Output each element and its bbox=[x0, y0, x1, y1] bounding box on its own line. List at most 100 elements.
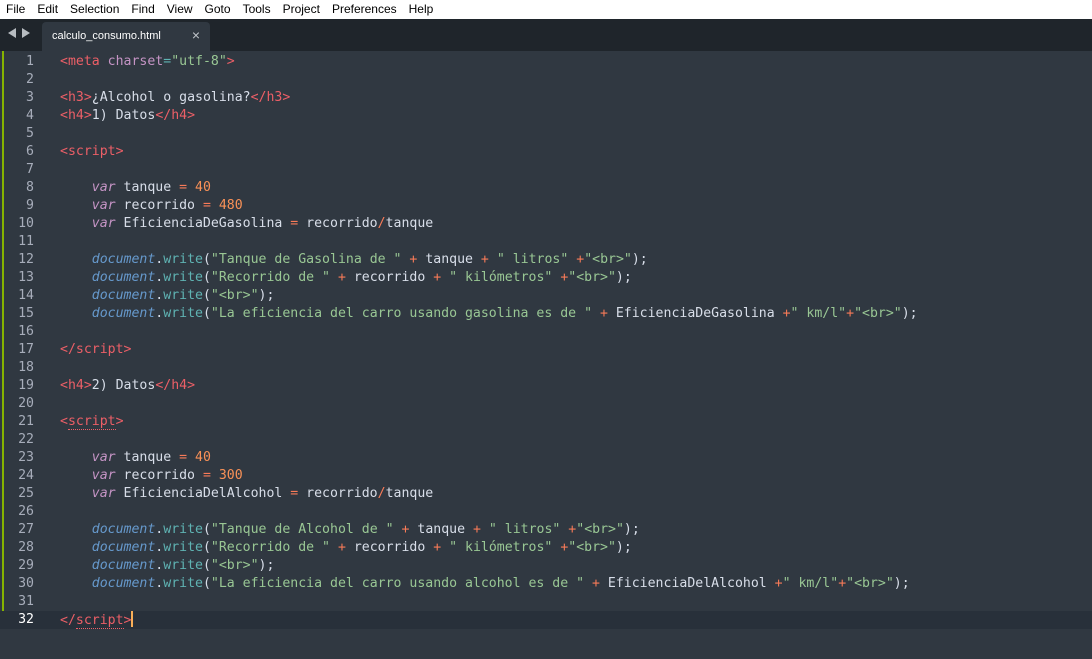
code-line[interactable]: 7 bbox=[0, 161, 1092, 179]
code-token: 2) Datos bbox=[91, 378, 156, 393]
line-number: 11 bbox=[18, 234, 34, 249]
menu-preferences[interactable]: Preferences bbox=[326, 0, 403, 19]
code-line[interactable]: 20 bbox=[0, 395, 1092, 413]
menu-edit[interactable]: Edit bbox=[31, 0, 64, 19]
code-line[interactable]: 15 document.write("La eficiencia del car… bbox=[0, 305, 1092, 323]
code-line[interactable]: 24 var recorrido = 300 bbox=[0, 467, 1092, 485]
code-text: document.write("Tanque de Alcohol de " +… bbox=[60, 521, 640, 539]
menu-selection[interactable]: Selection bbox=[64, 0, 125, 19]
code-token: tanque bbox=[385, 486, 434, 501]
code-token: </ bbox=[155, 378, 172, 393]
arrow-right-icon[interactable] bbox=[22, 28, 30, 38]
code-token: document bbox=[91, 288, 156, 303]
code-line[interactable]: 13 document.write("Recorrido de " + reco… bbox=[0, 269, 1092, 287]
arrow-left-icon[interactable] bbox=[8, 28, 16, 38]
code-line[interactable]: 11 bbox=[0, 233, 1092, 251]
code-token: > bbox=[83, 108, 92, 123]
code-line[interactable]: 3 <h3>¿Alcohol o gasolina?</h3> bbox=[0, 89, 1092, 107]
code-line[interactable]: 10 var EficienciaDeGasolina = recorrido/… bbox=[0, 215, 1092, 233]
code-line[interactable]: 16 bbox=[0, 323, 1092, 341]
code-token: "<br>" bbox=[584, 252, 632, 267]
code-line[interactable]: 29 document.write("<br>"); bbox=[0, 557, 1092, 575]
code-token: "<br>" bbox=[576, 522, 624, 537]
code-line[interactable]: 27 document.write("Tanque de Alcohol de … bbox=[0, 521, 1092, 539]
code-token: var bbox=[91, 216, 116, 231]
tab-calculo-consumo[interactable]: calculo_consumo.html × bbox=[42, 22, 210, 51]
code-token: = bbox=[202, 198, 211, 213]
code-token: 300 bbox=[218, 468, 243, 483]
line-number: 27 bbox=[18, 522, 34, 537]
code-line[interactable]: 28 document.write("Recorrido de " + reco… bbox=[0, 539, 1092, 557]
close-icon[interactable]: × bbox=[192, 27, 200, 43]
code-line[interactable]: 31 bbox=[0, 593, 1092, 611]
menu-find[interactable]: Find bbox=[125, 0, 160, 19]
code-token: meta bbox=[67, 54, 100, 69]
code-line[interactable]: 12 document.write("Tanque de Gasolina de… bbox=[0, 251, 1092, 269]
code-line[interactable]: 23 var tanque = 40 bbox=[0, 449, 1092, 467]
menu-file[interactable]: File bbox=[0, 0, 31, 19]
menu-project[interactable]: Project bbox=[277, 0, 326, 19]
code-text: document.write("Tanque de Gasolina de " … bbox=[60, 251, 648, 269]
code-token: " litros" bbox=[488, 522, 561, 537]
code-editor[interactable]: 1 <meta charset="utf-8"> 2 3 <h3>¿Alcohol o … bbox=[0, 51, 1092, 659]
code-line[interactable]: 5 bbox=[0, 125, 1092, 143]
code-token: charset bbox=[107, 54, 164, 69]
code-token: " km/l" bbox=[782, 576, 839, 591]
code-token: + bbox=[592, 576, 600, 591]
code-line[interactable]: 2 bbox=[0, 71, 1092, 89]
code-token: EficienciaDeGasolina bbox=[607, 306, 783, 321]
code-token: + bbox=[433, 270, 442, 285]
code-token: h4 bbox=[171, 108, 188, 123]
code-line[interactable]: 18 bbox=[0, 359, 1092, 377]
code-line[interactable]: 9 var recorrido = 480 bbox=[0, 197, 1092, 215]
code-token: write bbox=[163, 252, 203, 267]
code-text: </script> bbox=[60, 611, 134, 630]
code-token: + bbox=[774, 576, 783, 591]
code-text: document.write("<br>"); bbox=[60, 287, 275, 305]
code-line[interactable]: 19 <h4>2) Datos</h4> bbox=[0, 377, 1092, 395]
code-token: </ bbox=[155, 108, 172, 123]
menu-view[interactable]: View bbox=[161, 0, 199, 19]
code-token: tanque bbox=[115, 450, 180, 465]
code-line[interactable]: 8 var tanque = 40 bbox=[0, 179, 1092, 197]
menu-tools[interactable]: Tools bbox=[237, 0, 277, 19]
code-token: ¿Alcohol o gasolina? bbox=[91, 90, 251, 105]
code-text: var EficienciaDeGasolina = recorrido/tan… bbox=[60, 215, 433, 233]
code-line[interactable]: 21 <script> bbox=[0, 413, 1092, 431]
code-line[interactable]: 25 var EficienciaDelAlcohol = recorrido/… bbox=[0, 485, 1092, 503]
code-token: ); bbox=[258, 558, 275, 573]
code-token: document bbox=[91, 252, 156, 267]
code-token: recorrido bbox=[298, 486, 378, 501]
code-token: tanque bbox=[417, 252, 481, 267]
code-token: tanque bbox=[115, 180, 180, 195]
code-line[interactable]: 17 </script> bbox=[0, 341, 1092, 359]
code-token: write bbox=[163, 270, 203, 285]
code-token: var bbox=[91, 450, 116, 465]
code-line[interactable]: 22 bbox=[0, 431, 1092, 449]
code-token: 40 bbox=[195, 180, 211, 195]
code-line[interactable]: 14 document.write("<br>"); bbox=[0, 287, 1092, 305]
tab-bar: calculo_consumo.html × bbox=[0, 19, 1092, 51]
code-token: ( bbox=[202, 306, 211, 321]
code-token: "Recorrido de " bbox=[210, 270, 330, 285]
menu-help[interactable]: Help bbox=[403, 0, 440, 19]
code-line[interactable]: 32 </script> bbox=[0, 611, 1092, 629]
code-line[interactable]: 6 <script> bbox=[0, 143, 1092, 161]
code-line[interactable]: 1 <meta charset="utf-8"> bbox=[0, 53, 1092, 71]
code-token: ( bbox=[202, 252, 211, 267]
code-token: ); bbox=[631, 252, 648, 267]
menu-goto[interactable]: Goto bbox=[199, 0, 237, 19]
line-number: 14 bbox=[18, 288, 34, 303]
code-line[interactable]: 30 document.write("La eficiencia del car… bbox=[0, 575, 1092, 593]
code-line[interactable]: 26 bbox=[0, 503, 1092, 521]
code-line[interactable]: 4 <h4>1) Datos</h4> bbox=[0, 107, 1092, 125]
